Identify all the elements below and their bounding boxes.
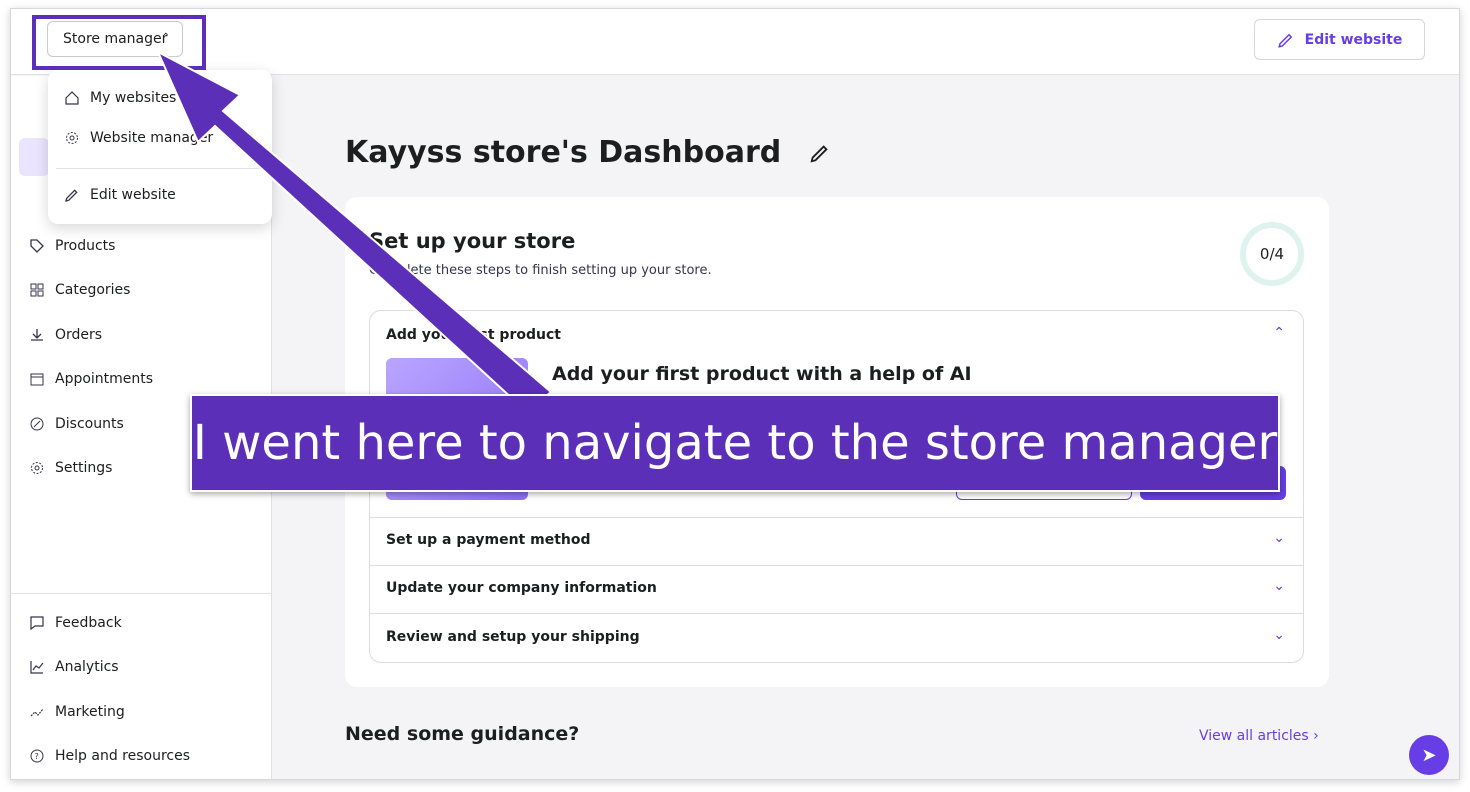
sidebar-item-label: Categories	[55, 282, 131, 298]
sidebar-item-label: Settings	[55, 460, 113, 476]
step-divider	[370, 565, 1303, 566]
pencil-icon[interactable]	[809, 142, 831, 164]
assistant-button[interactable]: ➤	[1409, 735, 1449, 775]
chevron-down-icon[interactable]: ⌄	[1273, 530, 1285, 546]
guidance-title: Need some guidance?	[345, 723, 580, 745]
sidebar-item-discounts[interactable]: Discounts	[29, 406, 124, 442]
svg-text:?: ?	[35, 752, 39, 761]
ai-product-title: Add your first product with a help of AI	[552, 363, 972, 385]
menu-item-edit-website[interactable]: Edit website	[64, 181, 176, 209]
sidebar-item-analytics[interactable]: Analytics	[29, 649, 119, 685]
menu-divider	[56, 168, 264, 169]
chevron-down-icon[interactable]: ⌄	[1273, 578, 1285, 594]
step-title[interactable]: Review and setup your shipping	[386, 629, 640, 645]
pencil-icon	[65, 189, 78, 202]
step-divider	[370, 517, 1303, 518]
sidebar-item-marketing[interactable]: Marketing	[29, 694, 125, 730]
help-icon: ?	[30, 749, 44, 763]
chevron-down-icon[interactable]: ⌄	[1273, 627, 1285, 643]
sidebar-item-appointments[interactable]: Appointments	[29, 361, 153, 397]
sidebar-item-label: Feedback	[55, 615, 122, 631]
top-bar: Store manager ⌃ Edit website	[11, 9, 1459, 75]
step-title[interactable]: Add your first product	[386, 327, 561, 343]
step-title[interactable]: Update your company information	[386, 580, 657, 596]
sidebar-item-settings[interactable]: Settings	[29, 450, 112, 486]
sidebar-item-label: Discounts	[55, 416, 124, 432]
chart-icon	[30, 661, 44, 674]
menu-item-label: My websites	[90, 90, 177, 106]
annotation-highlight-box	[32, 15, 206, 70]
store-manager-dropdown: My websites Website manager Edit website	[48, 70, 272, 224]
assistant-icon: ➤	[1421, 744, 1437, 766]
gear-icon	[31, 462, 43, 474]
pencil-icon	[1277, 33, 1292, 48]
menu-item-label: Website manager	[90, 130, 214, 146]
sidebar-item-label: Marketing	[55, 704, 125, 720]
gear-icon	[66, 132, 78, 144]
edit-website-button[interactable]: Edit website	[1254, 19, 1425, 60]
edit-website-label: Edit website	[1304, 31, 1403, 48]
setup-subtitle: Complete these steps to finish setting u…	[369, 263, 712, 278]
trend-icon	[30, 708, 44, 717]
sidebar-item-orders[interactable]: Orders	[29, 317, 102, 353]
sidebar-divider	[11, 593, 272, 594]
menu-item-label: Edit website	[90, 187, 176, 203]
home-icon	[65, 91, 79, 105]
menu-item-my-websites[interactable]: My websites	[64, 84, 176, 112]
sidebar-item-label: Appointments	[55, 371, 154, 387]
progress-label: 0/4	[1259, 245, 1285, 263]
sidebar-item-label: Analytics	[55, 659, 119, 675]
setup-title: Set up your store	[369, 229, 576, 253]
dashboard-title: Kayyss store's Dashboard	[345, 135, 782, 170]
sidebar-item-help[interactable]: ? Help and resources	[29, 738, 190, 774]
annotation-banner: I went here to navigate to the store man…	[190, 394, 1280, 492]
step-title[interactable]: Set up a payment method	[386, 532, 591, 548]
page-title: Kayyss store's Dashboard	[345, 135, 831, 170]
discount-icon	[30, 417, 44, 431]
tag-icon	[30, 239, 44, 253]
sidebar-item-categories[interactable]: Categories	[29, 272, 130, 308]
chat-icon	[30, 616, 44, 631]
sidebar-item-home-active[interactable]	[19, 138, 49, 176]
step-divider	[370, 613, 1303, 614]
grid-icon	[30, 283, 44, 297]
sidebar-item-feedback[interactable]: Feedback	[29, 605, 122, 641]
sidebar-item-products[interactable]: Products	[29, 228, 115, 264]
calendar-icon	[30, 373, 44, 386]
chevron-up-icon[interactable]: ⌃	[1273, 325, 1285, 341]
sidebar-item-label: Products	[55, 238, 116, 254]
chevron-right-icon: ›	[1313, 728, 1319, 744]
sidebar-item-label: Help and resources	[55, 748, 191, 764]
view-all-label: View all articles	[1199, 728, 1309, 744]
progress-ring: 0/4	[1240, 222, 1304, 286]
download-icon	[31, 329, 43, 341]
annotation-text: I went here to navigate to the store man…	[192, 415, 1278, 471]
menu-item-website-manager[interactable]: Website manager	[64, 124, 213, 152]
view-all-articles-link[interactable]: View all articles ›	[1199, 728, 1319, 744]
sidebar-item-label: Orders	[55, 327, 103, 343]
